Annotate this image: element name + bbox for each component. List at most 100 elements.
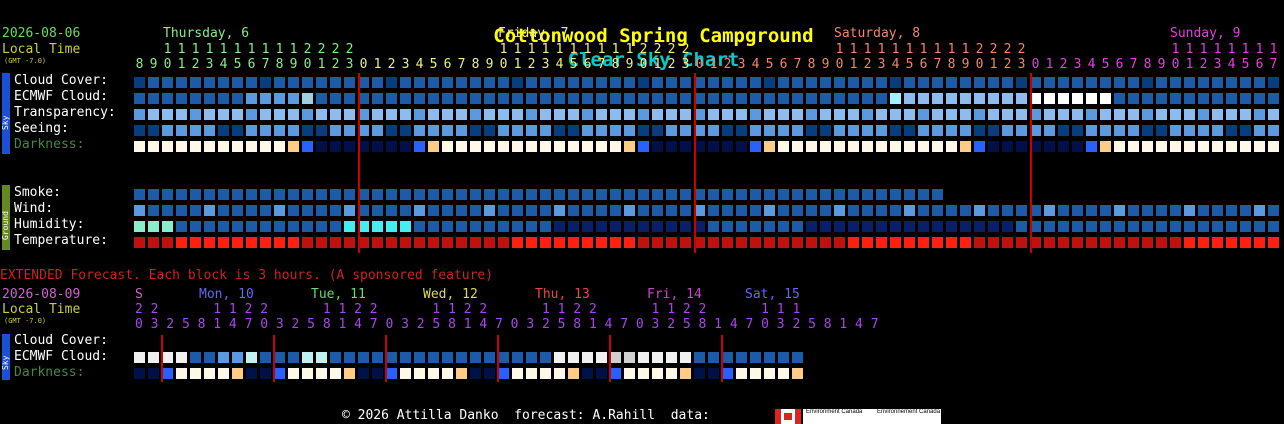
forecast-cell[interactable] (862, 237, 873, 248)
forecast-cell[interactable] (582, 221, 593, 232)
extended-darkness-cell[interactable] (568, 368, 579, 379)
extended-cloud-cell[interactable] (358, 352, 369, 363)
forecast-cell[interactable] (316, 205, 327, 216)
extended-cloud-cell[interactable] (456, 352, 467, 363)
forecast-cell[interactable] (414, 205, 425, 216)
forecast-cell[interactable] (372, 205, 383, 216)
forecast-cell[interactable] (666, 237, 677, 248)
extended-darkness-cell[interactable] (288, 368, 299, 379)
forecast-cell[interactable] (960, 93, 971, 104)
extended-cloud-cell[interactable] (498, 352, 509, 363)
forecast-cell[interactable] (260, 77, 271, 88)
forecast-cell[interactable] (330, 221, 341, 232)
forecast-cell[interactable] (162, 189, 173, 200)
forecast-cell[interactable] (666, 77, 677, 88)
forecast-cell[interactable] (1268, 237, 1279, 248)
forecast-cell[interactable] (1170, 205, 1181, 216)
forecast-cell[interactable] (1058, 237, 1069, 248)
forecast-cell[interactable] (680, 93, 691, 104)
forecast-cell[interactable] (848, 125, 859, 136)
forecast-cell[interactable] (246, 93, 257, 104)
forecast-cell[interactable] (1002, 109, 1013, 120)
forecast-cell[interactable] (484, 141, 495, 152)
forecast-cell[interactable] (512, 141, 523, 152)
forecast-cell[interactable] (470, 93, 481, 104)
extended-cloud-cell[interactable] (386, 352, 397, 363)
forecast-cell[interactable] (400, 125, 411, 136)
forecast-cell[interactable] (890, 109, 901, 120)
forecast-cell[interactable] (596, 109, 607, 120)
forecast-cell[interactable] (134, 205, 145, 216)
forecast-cell[interactable] (1142, 77, 1153, 88)
forecast-cell[interactable] (960, 141, 971, 152)
forecast-cell[interactable] (876, 125, 887, 136)
forecast-cell[interactable] (260, 109, 271, 120)
forecast-cell[interactable] (484, 237, 495, 248)
forecast-cell[interactable] (302, 237, 313, 248)
forecast-cell[interactable] (666, 125, 677, 136)
extended-cloud-cell[interactable] (274, 352, 285, 363)
forecast-cell[interactable] (400, 109, 411, 120)
forecast-cell[interactable] (708, 221, 719, 232)
extended-cloud-cell[interactable] (750, 352, 761, 363)
forecast-cell[interactable] (288, 125, 299, 136)
forecast-cell[interactable] (372, 237, 383, 248)
forecast-cell[interactable] (190, 237, 201, 248)
extended-darkness-cell[interactable] (596, 368, 607, 379)
forecast-cell[interactable] (834, 141, 845, 152)
forecast-cell[interactable] (568, 221, 579, 232)
forecast-cell[interactable] (1170, 221, 1181, 232)
forecast-cell[interactable] (624, 141, 635, 152)
forecast-cell[interactable] (778, 237, 789, 248)
forecast-cell[interactable] (834, 77, 845, 88)
forecast-cell[interactable] (890, 77, 901, 88)
forecast-cell[interactable] (414, 237, 425, 248)
forecast-cell[interactable] (974, 141, 985, 152)
forecast-cell[interactable] (1226, 141, 1237, 152)
forecast-cell[interactable] (820, 237, 831, 248)
forecast-cell[interactable] (974, 109, 985, 120)
forecast-cell[interactable] (1142, 237, 1153, 248)
forecast-cell[interactable] (890, 205, 901, 216)
forecast-cell[interactable] (834, 109, 845, 120)
forecast-cell[interactable] (1170, 77, 1181, 88)
forecast-cell[interactable] (1184, 125, 1195, 136)
forecast-cell[interactable] (624, 237, 635, 248)
forecast-cell[interactable] (596, 221, 607, 232)
forecast-cell[interactable] (400, 93, 411, 104)
forecast-cell[interactable] (498, 205, 509, 216)
forecast-cell[interactable] (162, 141, 173, 152)
forecast-cell[interactable] (218, 109, 229, 120)
extended-darkness-cell[interactable] (666, 368, 677, 379)
forecast-cell[interactable] (1072, 77, 1083, 88)
forecast-cell[interactable] (1086, 141, 1097, 152)
extended-darkness-cell[interactable] (736, 368, 747, 379)
forecast-cell[interactable] (778, 125, 789, 136)
forecast-cell[interactable] (498, 125, 509, 136)
extended-cloud-cell[interactable] (568, 352, 579, 363)
forecast-cell[interactable] (540, 141, 551, 152)
extended-darkness-cell[interactable] (764, 368, 775, 379)
forecast-cell[interactable] (1184, 221, 1195, 232)
forecast-cell[interactable] (680, 237, 691, 248)
forecast-cell[interactable] (1072, 141, 1083, 152)
forecast-cell[interactable] (260, 221, 271, 232)
forecast-cell[interactable] (1002, 77, 1013, 88)
forecast-cell[interactable] (876, 93, 887, 104)
forecast-cell[interactable] (932, 141, 943, 152)
forecast-cell[interactable] (190, 189, 201, 200)
forecast-cell[interactable] (386, 109, 397, 120)
canada-flag-icon[interactable] (775, 409, 801, 424)
ground-row-label[interactable]: Humidity: (14, 217, 84, 233)
forecast-cell[interactable] (848, 109, 859, 120)
forecast-cell[interactable] (330, 189, 341, 200)
forecast-cell[interactable] (316, 77, 327, 88)
forecast-cell[interactable] (1170, 109, 1181, 120)
forecast-cell[interactable] (1156, 77, 1167, 88)
forecast-cell[interactable] (1254, 205, 1265, 216)
forecast-cell[interactable] (1044, 221, 1055, 232)
extended-cloud-cell[interactable] (652, 352, 663, 363)
forecast-cell[interactable] (162, 109, 173, 120)
forecast-cell[interactable] (806, 141, 817, 152)
ground-row-label[interactable]: Temperature: (14, 233, 108, 249)
